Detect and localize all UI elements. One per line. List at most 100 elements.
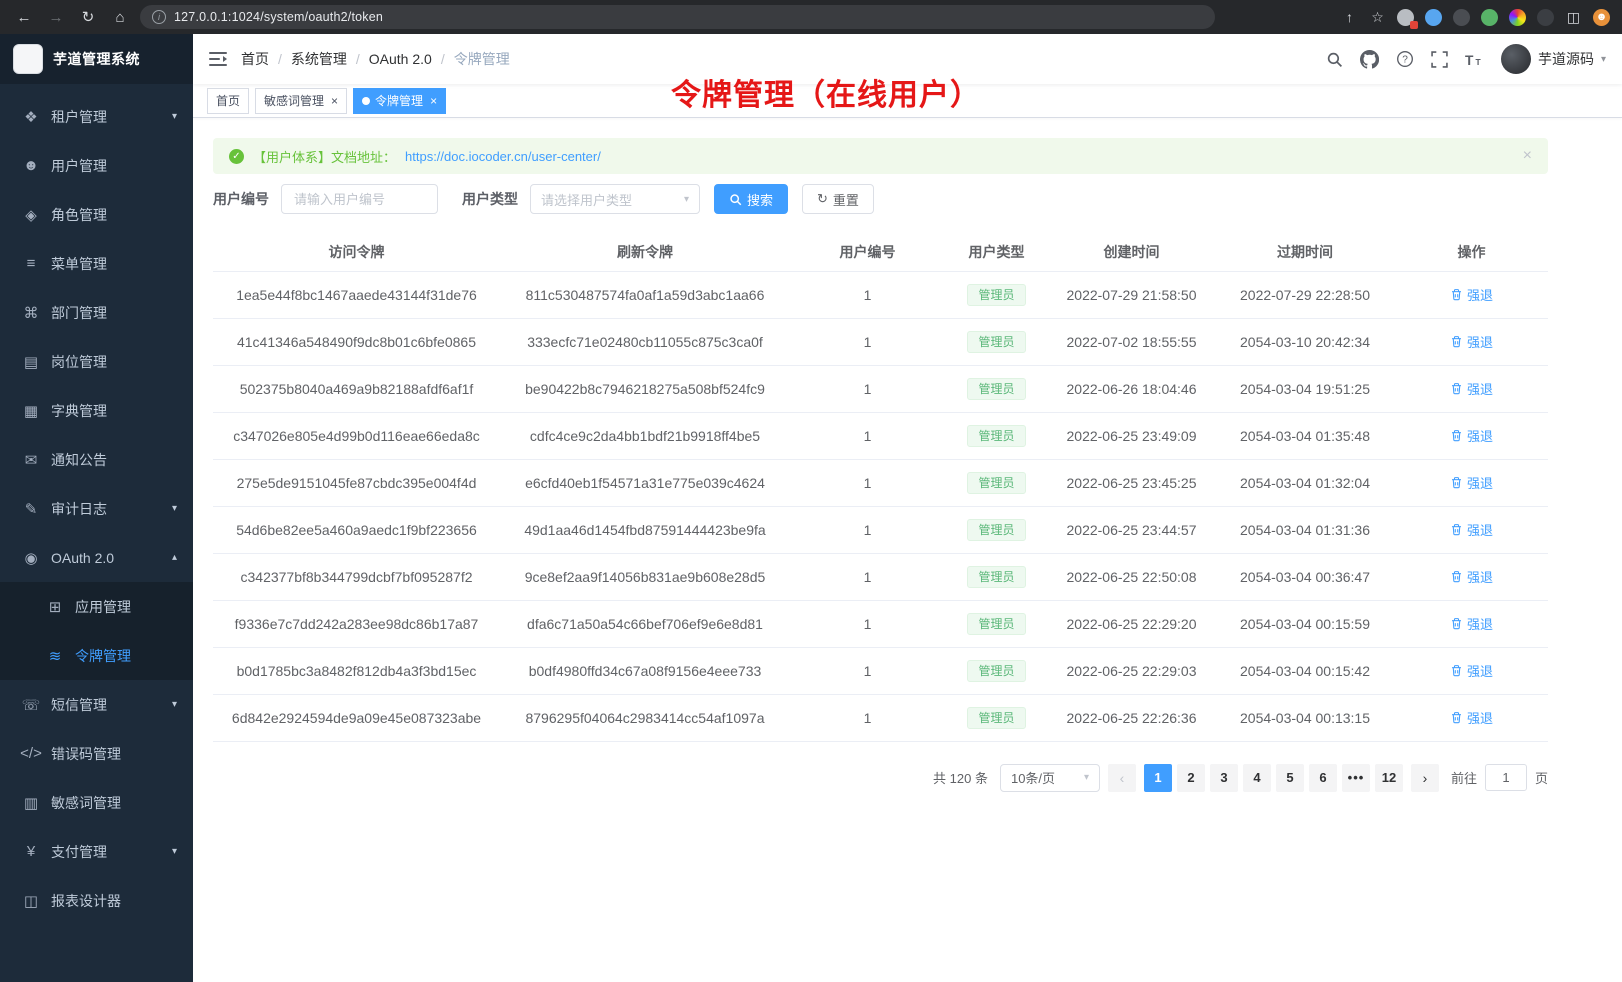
sidebar-item-audit-log[interactable]: ✎审计日志▾ [0,484,193,533]
user-type-select[interactable]: 请选择用户类型 ▾ [530,184,700,214]
tab-close-icon[interactable]: × [331,95,338,107]
sidebar-item-oauth2[interactable]: ◉OAuth 2.0▴ [0,533,193,582]
force-logout-label: 强退 [1467,614,1493,633]
forward-icon[interactable]: → [44,9,68,26]
extension-colorful-icon[interactable] [1509,9,1526,26]
page-button-1[interactable]: 1 [1144,764,1172,792]
force-logout-button[interactable]: 强退 [1450,520,1493,539]
page-size-select[interactable]: 10条/页 ▾ [1000,764,1100,792]
force-logout-button[interactable]: 强退 [1450,426,1493,445]
page-button-6[interactable]: 6 [1309,764,1337,792]
extension-green-icon[interactable] [1481,9,1498,26]
access-token-cell: 6d842e2924594de9a09e45e087323abe [213,694,500,741]
expire-time-cell: 2054-03-04 01:31:36 [1215,506,1395,553]
user-dropdown[interactable]: 芋道源码 ▾ [1501,44,1606,74]
user-id-input[interactable] [281,184,438,214]
address-bar[interactable]: i 127.0.0.1:1024/system/oauth2/token [140,5,1215,29]
sidebar-item-dept-management[interactable]: ⌘部门管理 [0,288,193,337]
hamburger-icon[interactable] [209,51,227,67]
expire-time-cell: 2054-03-04 01:35:48 [1215,412,1395,459]
force-logout-button[interactable]: 强退 [1450,614,1493,633]
tab-0[interactable]: 首页 [207,88,249,114]
font-size-icon[interactable]: TT [1465,51,1484,68]
page-button-12[interactable]: 12 [1375,764,1403,792]
tab-1[interactable]: 敏感词管理× [255,88,347,114]
reset-button[interactable]: ↻ 重置 [802,184,874,214]
sidebar-item-application-management[interactable]: ⊞应用管理 [0,582,193,631]
goto-label: 前往 [1451,768,1477,787]
trash-icon [1450,429,1463,442]
sidebar-item-token-management[interactable]: ≋令牌管理 [0,631,193,680]
sidebar-item-user-management[interactable]: ☻用户管理 [0,141,193,190]
access-token-cell: c347026e805e4d99b0d116eae66eda8c [213,412,500,459]
force-logout-button[interactable]: 强退 [1450,708,1493,727]
search-icon[interactable] [1326,51,1343,68]
alert-close-icon[interactable]: × [1523,147,1532,165]
sidebar-item-sensitive-word-management[interactable]: ▥敏感词管理 [0,778,193,827]
sidebar-item-dict-management[interactable]: ▦字典管理 [0,386,193,435]
goto-page-input[interactable] [1485,764,1527,791]
profile-avatar-icon[interactable]: ☻ [1593,9,1610,26]
fullscreen-icon[interactable] [1431,51,1448,68]
svg-text:T: T [1465,52,1474,67]
help-icon[interactable]: ? [1396,50,1414,68]
user-type-cell: 管理员 [945,271,1048,318]
sidebar-item-label: 审计日志 [51,499,172,519]
user-id-cell: 1 [790,506,945,553]
sidebar-item-menu-management[interactable]: ≡菜单管理 [0,239,193,288]
action-cell: 强退 [1395,365,1548,412]
breadcrumb-item[interactable]: 首页 [241,49,269,69]
sidebar-item-role-management[interactable]: ◈角色管理 [0,190,193,239]
table-row: 275e5de9151045fe87cbdc395e004f4de6cfd40e… [213,459,1548,506]
force-logout-label: 强退 [1467,567,1493,586]
force-logout-button[interactable]: 强退 [1450,285,1493,304]
extension-dark-icon[interactable] [1453,9,1470,26]
github-icon[interactable] [1360,50,1379,69]
force-logout-button[interactable]: 强退 [1450,661,1493,680]
sidebar-item-label: 应用管理 [75,597,177,617]
bookmark-star-icon[interactable]: ☆ [1369,9,1386,26]
page-button-3[interactable]: 3 [1210,764,1238,792]
sidebar-item-tenant-management[interactable]: ❖租户管理▾ [0,92,193,141]
breadcrumb-separator: / [441,51,445,67]
breadcrumb-item[interactable]: OAuth 2.0 [369,51,432,67]
next-page-button[interactable]: › [1411,764,1439,792]
extension-gray-icon[interactable] [1397,9,1414,26]
table-row: c347026e805e4d99b0d116eae66eda8ccdfc4ce9… [213,412,1548,459]
share-icon[interactable]: ↑ [1341,9,1358,26]
force-logout-button[interactable]: 强退 [1450,332,1493,351]
sidebar-item-notice-announcement[interactable]: ✉通知公告 [0,435,193,484]
search-button[interactable]: 搜索 [714,184,788,214]
extension-blue-icon[interactable] [1425,9,1442,26]
sidebar-item-error-code-management[interactable]: </>错误码管理 [0,729,193,778]
page-button-4[interactable]: 4 [1243,764,1271,792]
action-cell: 强退 [1395,600,1548,647]
force-logout-label: 强退 [1467,285,1493,304]
user-management-icon: ☻ [20,157,42,174]
sidebar-item-sms-management[interactable]: ☏短信管理▾ [0,680,193,729]
doc-link[interactable]: https://doc.iocoder.cn/user-center/ [405,149,601,164]
force-logout-button[interactable]: 强退 [1450,473,1493,492]
menu-management-icon: ≡ [20,255,42,272]
page-button-5[interactable]: 5 [1276,764,1304,792]
back-icon[interactable]: ← [12,9,36,26]
tab-close-icon[interactable]: × [430,95,437,107]
breadcrumb-item[interactable]: 系统管理 [291,49,347,69]
sidebar-item-pay-management[interactable]: ¥支付管理▾ [0,827,193,876]
audit-log-icon: ✎ [20,500,42,518]
table-row: 41c41346a548490f9dc8b01c6bfe0865333ecfc7… [213,318,1548,365]
tab-2[interactable]: 令牌管理× [353,88,446,114]
page-button-2[interactable]: 2 [1177,764,1205,792]
force-logout-button[interactable]: 强退 [1450,379,1493,398]
notice-announcement-icon: ✉ [20,451,42,469]
home-icon[interactable]: ⌂ [108,9,132,26]
sidebar-item-report-designer[interactable]: ◫报表设计器 [0,876,193,925]
site-info-icon[interactable]: i [152,10,166,24]
sidebar-item-post-management[interactable]: ▤岗位管理 [0,337,193,386]
sidebar-item-label: 部门管理 [51,303,177,323]
extension-paw-icon[interactable] [1537,9,1554,26]
reload-icon[interactable]: ↻ [76,8,100,26]
prev-page-button[interactable]: ‹ [1108,764,1136,792]
force-logout-button[interactable]: 强退 [1450,567,1493,586]
split-view-icon[interactable]: ◫ [1565,9,1582,26]
